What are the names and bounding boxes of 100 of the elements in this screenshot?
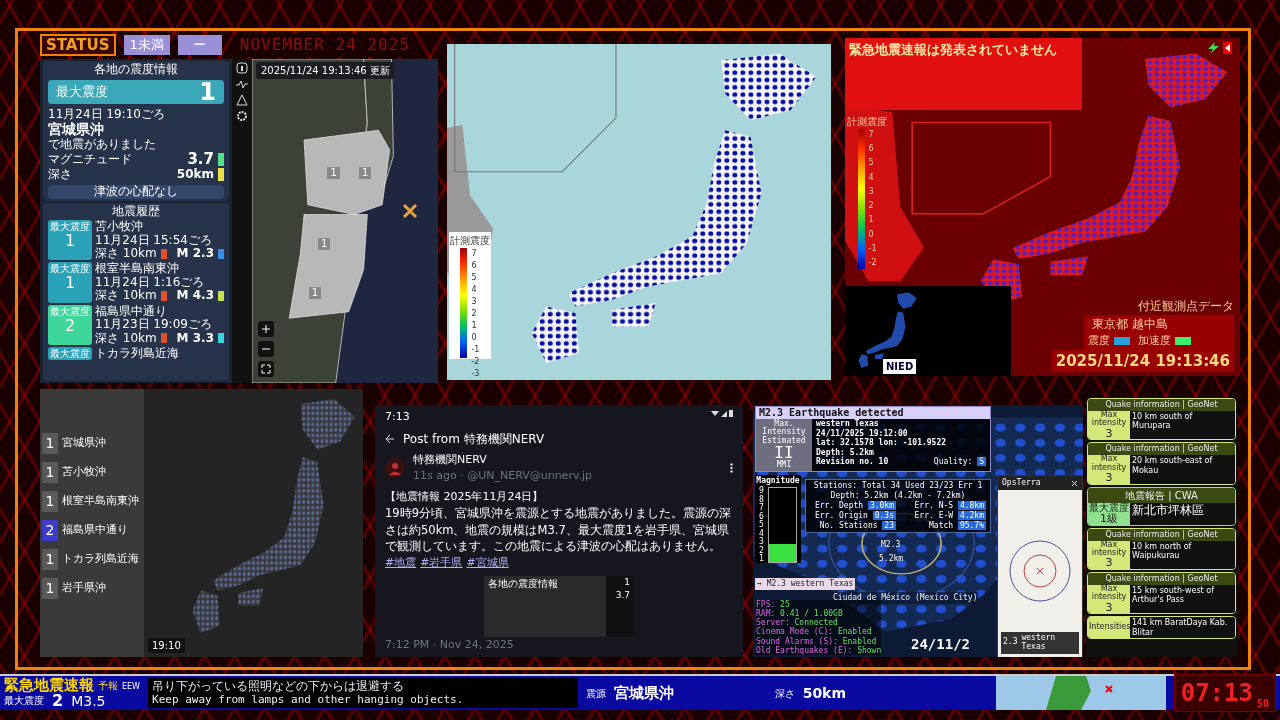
ticker-message: 吊り下がっている照明などの下からは退避する Keep away from lamps and other hanging objects. (148, 678, 579, 708)
intensity-badge: 1 (42, 462, 58, 483)
value-chip: ー (177, 35, 222, 55)
reading-value: 3.7 (187, 151, 214, 168)
place-name: 根室半島南東沖 (62, 493, 139, 510)
card-header: 地震報告 | CWA (1088, 487, 1235, 503)
intensity-badge: 最大震度 1 (48, 220, 92, 261)
timestamp: 2025/11/24 19:13:46 (1051, 349, 1234, 372)
reading-label: マグニチュード (48, 152, 132, 167)
place-name: 宮城県沖 (62, 435, 106, 452)
scale-tick-label: 6 (471, 260, 478, 273)
scale-tick-label: 7 (471, 248, 478, 261)
meter-tick-label: 9 (759, 487, 764, 495)
detail-line: lat: 32.1578 lon: -101.9522 (816, 438, 948, 448)
intensity-label: Max intensity (1090, 540, 1128, 558)
intensity-label: Max intensity (1090, 585, 1128, 602)
depth-label: 5.2km (879, 553, 904, 565)
intensity-badge: 1 (42, 578, 58, 599)
post-title: 【地震情報 2025年11月24日】 (385, 488, 545, 505)
scale-tick-label: 6 (868, 143, 875, 156)
scale-tick-label: 2 (868, 200, 875, 213)
scale-tick-label: -1 (471, 344, 480, 357)
place-name: トカラ列島近海 (62, 551, 139, 568)
tsunami-status: 津波の心配なし (48, 185, 224, 199)
scale-tick-label: 0 (868, 228, 875, 241)
status-label: STATUS (40, 34, 116, 56)
place-name: 新北市坪林區 (1130, 502, 1235, 525)
depth-text: 深さ 10km (95, 246, 157, 261)
hashtag-link[interactable]: #宮城県 (466, 555, 509, 572)
card-header: Quake information | GeoNet (1088, 399, 1235, 411)
hashtag-link[interactable]: #地震 (385, 555, 417, 572)
meter-tick-label: 2 (759, 546, 764, 555)
meter-tick-label: 1 (759, 555, 764, 563)
card-header: Quake information | GeoNet (1088, 443, 1235, 456)
image-value: 1 (624, 575, 630, 589)
error-value: Match 95.7% (928, 521, 986, 531)
legend-label: 震度 (1088, 333, 1110, 349)
meter-title: Magnitude (755, 475, 801, 486)
intensity-value: 3 (1105, 557, 1113, 569)
quake-time: 11月23日 19:09ごろ (95, 318, 213, 332)
scale-tick-label: 3 (471, 296, 478, 309)
magnitude-text: M 2.3 (176, 246, 214, 261)
card-title: 各地の震度情報 (93, 63, 179, 77)
reading-value: 50km (176, 167, 214, 182)
scale-tick-label: -2 (471, 356, 480, 369)
intensity-badge: 最大震度 2 (48, 304, 92, 346)
scale-tick-label: 5 (471, 272, 478, 285)
intensity-badge: 2 (42, 520, 58, 541)
depth-value: 50km (802, 683, 847, 703)
update-timestamp: 2025/11/24 19:13:46 更新 (256, 62, 395, 79)
place-name: 20 km south-east of Mokau (1130, 455, 1235, 484)
post-footer: 7:12 PM · Nov 24, 2025 (385, 636, 733, 653)
alert-banner: 緊急地震速報は発表されていません (845, 38, 1082, 110)
post-header: Post from 特務機関NERV (403, 430, 545, 448)
card-place: western Texas (1021, 634, 1057, 652)
scale-tick-label: -2 (868, 256, 877, 269)
meter-tick-label: 8 (759, 495, 764, 504)
ticker-subtitle: 予報 (98, 678, 118, 693)
magnitude-text: M 4.3 (176, 289, 214, 303)
magnitude-value: M3.5 (71, 693, 106, 708)
card-header: Quake information | GeoNet (1088, 528, 1235, 541)
epicenter-name: 宮城県沖 (614, 682, 675, 704)
post-meta: 11s ago · @UN_NERV@unnerv.jp (413, 468, 594, 484)
alert-title: M2.3 Earthquake detected (756, 407, 990, 419)
legend-title: 計測震度 (449, 234, 490, 249)
place-name: 苫小牧沖 (62, 464, 106, 481)
date-display: NOVEMBER 24 2025 (235, 33, 414, 57)
intensity-badge: 最大震度 1 (48, 262, 92, 303)
scale-tick-label: 5 (868, 157, 875, 170)
quake-label: M2.3 (881, 539, 901, 551)
place-name: 岩手県沖 (62, 580, 106, 597)
post-body: 19時9分頃、宮城県沖を震源とする地震がありました。震源の深さは約50km、地震の規模はM3.7、最大震度1を岩手県、宮城県で観測しています。この地震による津波の心配はありません。 (385, 505, 732, 555)
quality-text: Quality: S (933, 457, 986, 467)
stat-line: Sound Alarms (S): Enabled (756, 636, 878, 646)
quake-time: 11月24日 1:16ごろ (95, 275, 206, 289)
scale-tick-label: 1 (868, 214, 875, 227)
scale-tick-label: 1 (471, 320, 478, 333)
hashtag-link[interactable]: #岩手県 (420, 555, 463, 572)
intensity-badge: 1 (42, 549, 58, 570)
intensity-chip: 1未満 (123, 35, 170, 55)
quake-time: 11月24日 15:54ごろ (95, 233, 213, 247)
card-value: 2.3 (1003, 638, 1018, 648)
legend-label: 加速度 (1138, 333, 1171, 349)
station-name: 東京都 越中島 (1084, 315, 1234, 333)
stat-line: Cinema Mode (C): Enabled (756, 627, 873, 637)
place-name: 141 km BaratDaya Kab. Blitar (1130, 617, 1235, 638)
quake-time: 11月24日 19:10ごろ (48, 108, 166, 122)
meter-tick-label: 3 (759, 538, 764, 546)
place-name: 根室半島南東沖 (95, 262, 180, 276)
stat-line: FPS: 25 (756, 599, 791, 609)
intensity-badge: 1 (42, 433, 58, 454)
nied-logo: NIED (883, 359, 917, 374)
depth-text: 深さ 10km (95, 289, 157, 303)
legend-title: 計測震度 (847, 115, 887, 129)
max-intensity-label: 最大震度 (56, 85, 108, 100)
place-name: 15 km south-west of Arthur's Pass (1130, 585, 1235, 614)
place-name: 10 km south of Murupara (1130, 411, 1235, 440)
stat-line: RAM: 0.41 / 1.00GB (756, 609, 844, 619)
intensity-badge: 1 (42, 491, 58, 512)
detail-line: Depth: 5.2km (816, 447, 875, 458)
